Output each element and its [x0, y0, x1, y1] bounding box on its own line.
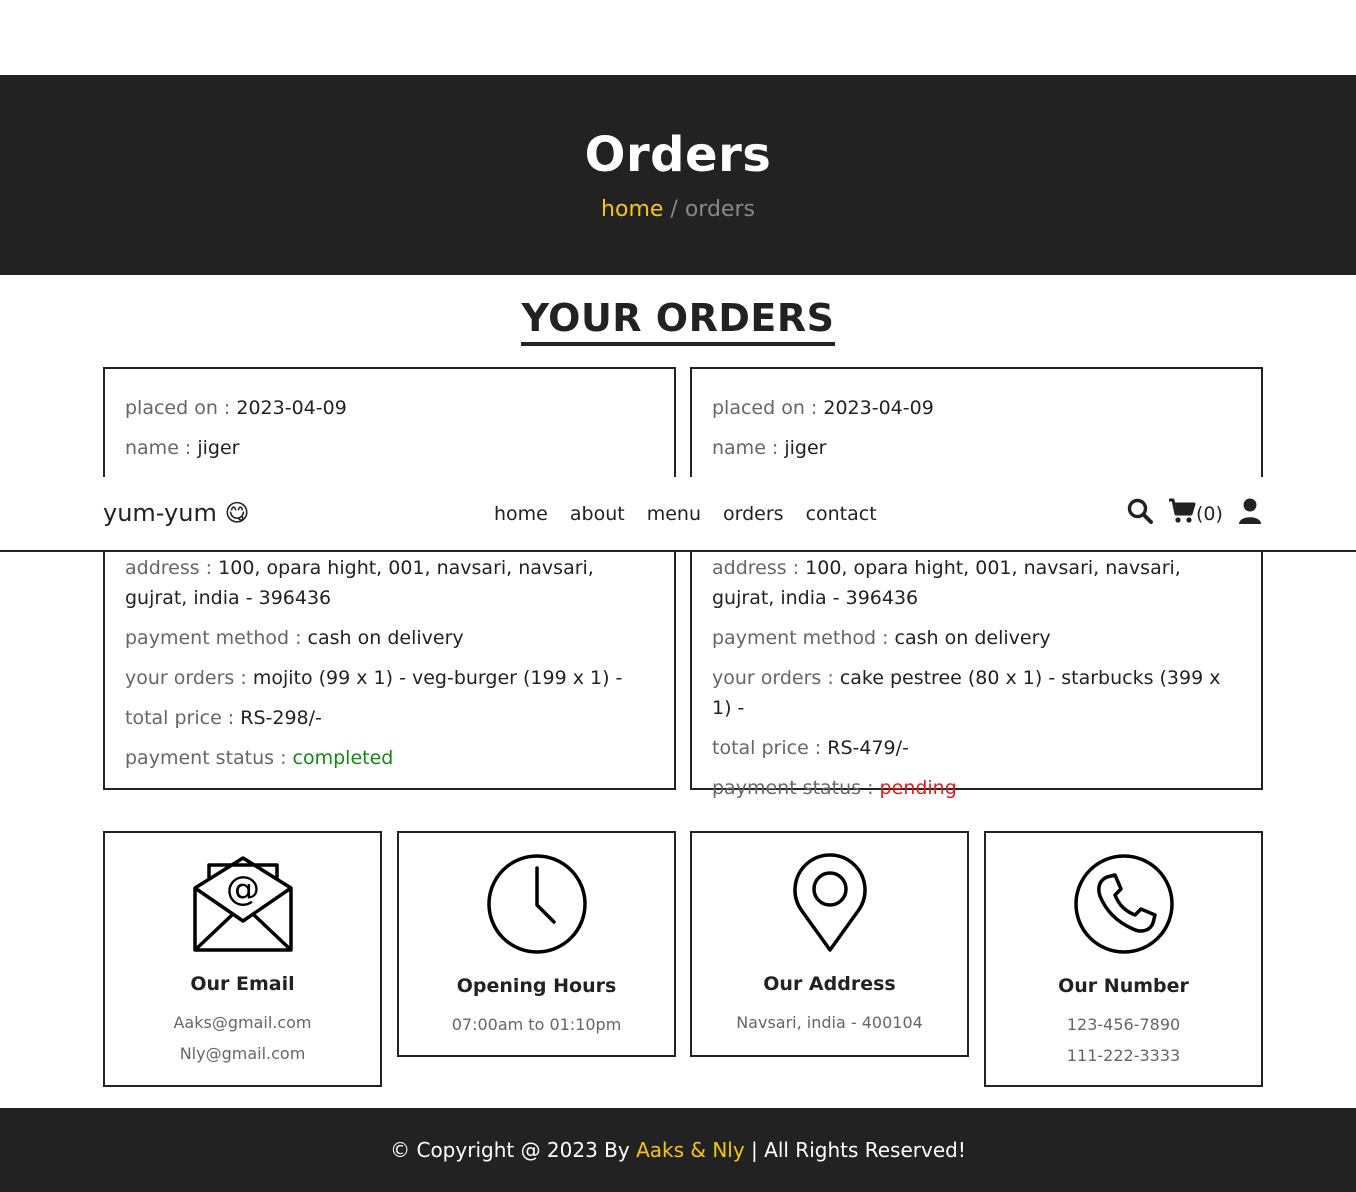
order-name: name : jiger — [125, 433, 654, 463]
value-your-orders: mojito (99 x 1) - veg-burger (199 x 1) - — [252, 667, 623, 689]
svg-text:@: @ — [226, 869, 260, 909]
email-info-card: @ Our Email Aaks@gmail.com Nly@gmail.com — [103, 831, 382, 1087]
value-total-price: RS-479/- — [827, 737, 909, 759]
breadcrumb: home / orders — [0, 197, 1356, 222]
nav-link-about[interactable]: about — [570, 503, 625, 525]
breadcrumb-home-link[interactable]: home — [601, 197, 663, 222]
label-payment-method: payment method : — [712, 627, 895, 649]
address-line: Navsari, india - 400104 — [736, 1013, 923, 1032]
footer: © Copyright @ 2023 By Aaks & Nly | All R… — [0, 1108, 1356, 1192]
orders-section-title: YOUR ORDERS — [0, 296, 1356, 346]
logo-text: yum-yum — [103, 499, 217, 527]
order-payment-status: payment status : pending — [712, 773, 1241, 803]
nav-icons: (0) — [1126, 497, 1263, 530]
email-line: Aaks@gmail.com — [173, 1013, 312, 1032]
value-payment-method: cash on delivery — [894, 627, 1051, 649]
order-address: address : 100, opara hight, 001, navsari… — [712, 553, 1241, 613]
label-your-orders: your orders : — [125, 667, 253, 689]
order-total-price: total price : RS-298/- — [125, 703, 654, 733]
label-placed-on: placed on : — [712, 397, 824, 419]
search-icon[interactable] — [1126, 497, 1154, 530]
value-name: jiger — [784, 437, 827, 459]
label-payment-method: payment method : — [125, 627, 308, 649]
page-heading-banner: Orders home / orders — [0, 75, 1356, 275]
label-address: address : — [125, 557, 219, 579]
value-total-price: RS-298/- — [240, 707, 322, 729]
address-card-title: Our Address — [763, 973, 896, 995]
copyright-suffix: | All Rights Reserved! — [744, 1138, 966, 1162]
label-placed-on: placed on : — [125, 397, 237, 419]
cart-icon — [1168, 498, 1196, 529]
location-pin-icon — [792, 853, 867, 952]
section-heading: YOUR ORDERS — [521, 296, 835, 346]
email-card-title: Our Email — [190, 973, 295, 995]
order-items: your orders : cake pestree (80 x 1) - st… — [712, 663, 1241, 723]
address-info-card: Our Address Navsari, india - 400104 — [690, 831, 969, 1057]
phone-line: 111-222-3333 — [1066, 1046, 1181, 1065]
nav-link-orders[interactable]: orders — [723, 503, 784, 525]
value-payment-method: cash on delivery — [307, 627, 464, 649]
value-placed-on: 2023-04-09 — [236, 397, 347, 419]
label-your-orders: your orders : — [712, 667, 840, 689]
hours-card-title: Opening Hours — [456, 975, 617, 997]
order-items: your orders : mojito (99 x 1) - veg-burg… — [125, 663, 654, 693]
footer-brand: Aaks & Nly — [636, 1138, 745, 1162]
order-card: placed on : 2023-04-09 name : jiger addr… — [103, 367, 676, 790]
value-placed-on: 2023-04-09 — [823, 397, 934, 419]
order-payment-method: payment method : cash on delivery — [125, 623, 654, 653]
breadcrumb-separator: / — [663, 197, 685, 222]
order-card: placed on : 2023-04-09 name : jiger addr… — [690, 367, 1263, 799]
main-nav: home about menu orders contact — [494, 503, 877, 525]
order-total-price: total price : RS-479/- — [712, 733, 1241, 763]
user-icon[interactable] — [1237, 497, 1263, 530]
nav-link-home[interactable]: home — [494, 503, 548, 525]
label-total-price: total price : — [712, 737, 828, 759]
value-name: jiger — [197, 437, 240, 459]
clock-icon — [486, 854, 587, 954]
breadcrumb-current: orders — [684, 197, 755, 222]
label-payment-status: payment status : — [712, 777, 880, 799]
nav-link-menu[interactable]: menu — [647, 503, 701, 525]
phone-line: 123-456-7890 — [1066, 1015, 1181, 1034]
label-total-price: total price : — [125, 707, 241, 729]
email-line: Nly@gmail.com — [179, 1044, 306, 1063]
hours-line: 07:00am to 01:10pm — [451, 1015, 622, 1034]
copyright-prefix: © Copyright @ 2023 By — [390, 1138, 637, 1162]
order-placed-on: placed on : 2023-04-09 — [125, 393, 654, 423]
label-payment-status: payment status : — [125, 747, 293, 769]
label-name: name : — [712, 437, 785, 459]
hours-info-card: Opening Hours 07:00am to 01:10pm — [397, 831, 676, 1057]
order-payment-status: payment status : completed — [125, 743, 654, 773]
order-name: name : jiger — [712, 433, 1241, 463]
page-title: Orders — [584, 127, 772, 183]
order-placed-on: placed on : 2023-04-09 — [712, 393, 1241, 423]
logo[interactable]: yum-yum 😋 — [103, 499, 250, 527]
yum-emoji-icon: 😋 — [224, 499, 250, 527]
email-icon: @ — [192, 856, 293, 952]
status-badge: pending — [879, 777, 957, 799]
phone-card-title: Our Number — [1058, 975, 1189, 997]
nav-link-contact[interactable]: contact — [806, 503, 877, 525]
cart-count: (0) — [1196, 502, 1223, 525]
phone-icon — [1073, 854, 1174, 954]
order-payment-method: payment method : cash on delivery — [712, 623, 1241, 653]
label-name: name : — [125, 437, 198, 459]
order-address: address : 100, opara hight, 001, navsari… — [125, 553, 654, 613]
label-address: address : — [712, 557, 806, 579]
status-badge: completed — [292, 747, 394, 769]
phone-info-card: Our Number 123-456-7890 111-222-3333 — [984, 831, 1263, 1087]
cart-button[interactable]: (0) — [1168, 498, 1223, 529]
navbar: yum-yum 😋 home about menu orders contact… — [0, 477, 1356, 552]
